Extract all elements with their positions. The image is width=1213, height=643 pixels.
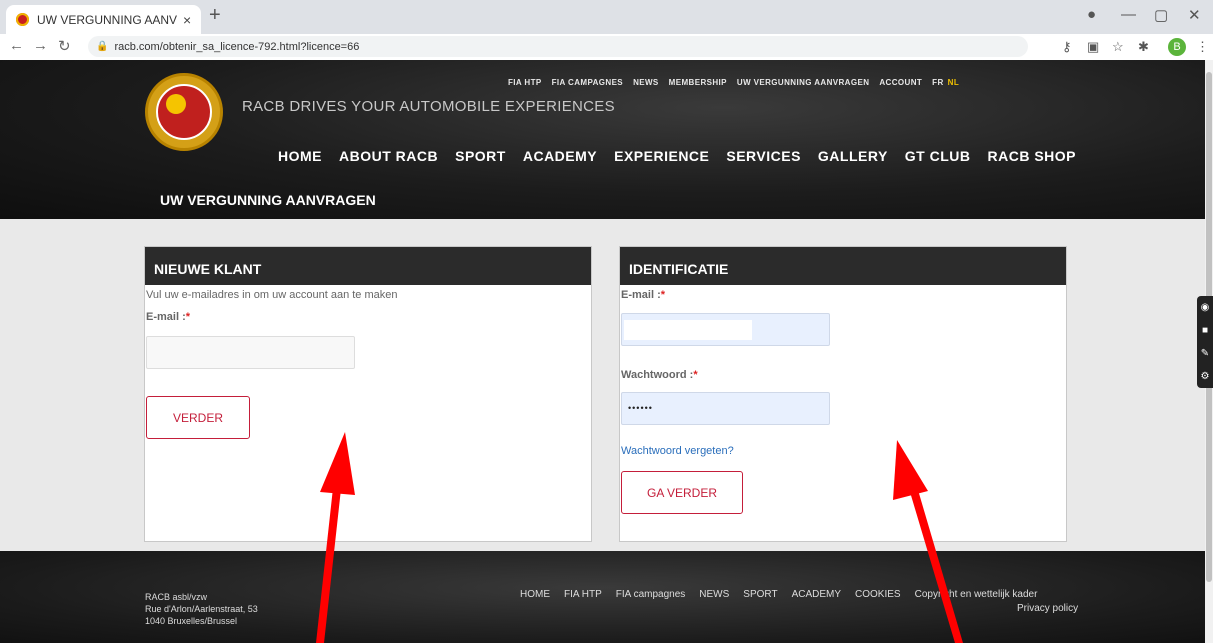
maximize-icon[interactable]: ▢ — [1154, 6, 1168, 24]
required-mark: * — [693, 369, 698, 381]
footer-link-sport[interactable]: SPORT — [743, 589, 777, 600]
verder-button[interactable]: VERDER — [146, 396, 250, 439]
side-toolbar: ◉ ■ ✎ ⚙ — [1197, 296, 1213, 388]
footer-link-cookies[interactable]: COOKIES — [855, 589, 901, 600]
top-menu-fia-htp[interactable]: FIA HTP — [508, 78, 542, 87]
footer-address: RACB asbl/vzw Rue d'Arlon/Aarlenstraat, … — [145, 591, 258, 627]
new-tab-button[interactable]: + — [209, 4, 221, 27]
gear-icon[interactable]: ⚙ — [1201, 371, 1210, 382]
translate-icon[interactable]: ▣ — [1087, 39, 1099, 55]
main-menu-gt-club[interactable]: GT CLUB — [905, 148, 971, 164]
top-menu-news[interactable]: NEWS — [633, 78, 659, 87]
edit-icon[interactable]: ✎ — [1201, 348, 1209, 359]
site-header: RACB DRIVES YOUR AUTOMOBILE EXPERIENCES … — [0, 60, 1205, 219]
top-menu-account[interactable]: ACCOUNT — [879, 78, 922, 87]
star-icon[interactable]: ☆ — [1112, 39, 1124, 55]
top-menu: FIA HTP FIA CAMPAGNES NEWS MEMBERSHIP UW… — [508, 78, 959, 87]
reload-icon[interactable]: ↻ — [58, 37, 71, 55]
logo-crown-icon — [166, 94, 186, 114]
url-text[interactable]: racb.com/obtenir_sa_licence-792.html?lic… — [114, 41, 359, 53]
main-menu-home[interactable]: HOME — [278, 148, 322, 164]
main-menu-about[interactable]: ABOUT RACB — [339, 148, 438, 164]
footer-link-news[interactable]: NEWS — [699, 589, 729, 600]
main-menu-services[interactable]: SERVICES — [726, 148, 801, 164]
ga-verder-button[interactable]: GA VERDER — [621, 471, 743, 514]
new-client-panel: NIEUWE KLANT Vul uw e-mailadres in om uw… — [144, 246, 592, 542]
footer-link-fia-campagnes[interactable]: FIA campagnes — [616, 589, 685, 600]
profile-avatar[interactable]: B — [1168, 38, 1186, 56]
forgot-password-link[interactable]: Wachtwoord vergeten? — [621, 445, 734, 457]
required-mark: * — [660, 289, 666, 301]
footer-link-fia-htp[interactable]: FIA HTP — [564, 589, 602, 600]
top-menu-licence[interactable]: UW VERGUNNING AANVRAGEN — [737, 78, 869, 87]
lang-fr[interactable]: FR — [932, 78, 943, 87]
menu-dots-icon[interactable]: ⋮ — [1196, 39, 1209, 55]
lang-nl[interactable]: NL — [948, 78, 959, 87]
tab-close-icon[interactable]: × — [183, 12, 191, 28]
page-title: UW VERGUNNING AANVRAGEN — [160, 192, 376, 208]
profile-circle-icon[interactable]: ● — [1087, 6, 1096, 23]
minimize-icon[interactable]: — — [1121, 6, 1136, 23]
camera-icon[interactable]: ◉ — [1201, 302, 1210, 313]
browser-tab[interactable]: UW VERGUNNING AANVRAGEN × — [6, 5, 201, 34]
lock-icon: 🔒 — [96, 41, 109, 52]
top-menu-membership[interactable]: MEMBERSHIP — [669, 78, 727, 87]
address-line: 1040 Bruxelles/Brussel — [145, 616, 238, 626]
key-icon[interactable]: ⚷ — [1062, 39, 1072, 55]
email-label-text: E-mail : — [146, 311, 186, 323]
identification-heading: IDENTIFICATIE — [620, 247, 1066, 285]
password-value: •••••• — [628, 403, 653, 413]
footer-link-copyright[interactable]: Copyright en wettelijk kader — [915, 589, 1038, 600]
footer-link-home[interactable]: HOME — [520, 589, 550, 600]
new-client-email-input[interactable] — [146, 336, 355, 369]
identification-panel: IDENTIFICATIE E-mail :* Wachtwoord :* ••… — [619, 246, 1067, 542]
favicon-icon — [16, 13, 29, 26]
main-menu-sport[interactable]: SPORT — [455, 148, 506, 164]
browser-tab-bar: UW VERGUNNING AANVRAGEN × + ● — ▢ ✕ — [0, 0, 1213, 34]
main-menu-shop[interactable]: RACB SHOP — [988, 148, 1077, 164]
main-menu: HOME ABOUT RACB SPORT ACADEMY EXPERIENCE… — [278, 148, 1076, 164]
site-footer: RACB asbl/vzw Rue d'Arlon/Aarlenstraat, … — [0, 551, 1205, 643]
address-line: RACB asbl/vzw — [145, 592, 208, 602]
back-icon[interactable]: ← — [9, 37, 24, 54]
redacted-email — [624, 320, 752, 340]
password-label-text: Wachtwoord : — [621, 369, 694, 381]
footer-link-privacy[interactable]: Privacy policy — [1017, 603, 1078, 614]
password-label: Wachtwoord :* — [621, 369, 698, 381]
password-input[interactable]: •••••• — [621, 392, 830, 425]
omnibox[interactable]: 🔒 racb.com/obtenir_sa_licence-792.html?l… — [88, 36, 1028, 57]
address-line: Rue d'Arlon/Aarlenstraat, 53 — [145, 604, 258, 614]
video-icon[interactable]: ■ — [1202, 325, 1208, 336]
footer-link-academy[interactable]: ACADEMY — [792, 589, 841, 600]
close-window-icon[interactable]: ✕ — [1188, 6, 1201, 24]
forward-icon[interactable]: → — [33, 37, 48, 54]
new-client-intro: Vul uw e-mailadres in om uw account aan … — [146, 289, 398, 301]
logo-ring — [156, 84, 212, 140]
extensions-icon[interactable]: ✱ — [1138, 39, 1149, 55]
main-menu-experience[interactable]: EXPERIENCE — [614, 148, 709, 164]
email-label-text: E-mail : — [621, 289, 661, 301]
main-menu-academy[interactable]: ACADEMY — [523, 148, 597, 164]
footer-menu: HOME FIA HTP FIA campagnes NEWS SPORT AC… — [520, 589, 1037, 600]
required-mark: * — [185, 311, 191, 323]
new-client-heading: NIEUWE KLANT — [145, 247, 591, 285]
address-bar: ← → ↻ 🔒 racb.com/obtenir_sa_licence-792.… — [0, 34, 1213, 61]
tagline: RACB DRIVES YOUR AUTOMOBILE EXPERIENCES — [242, 98, 615, 115]
racb-logo[interactable] — [145, 73, 223, 151]
main-menu-gallery[interactable]: GALLERY — [818, 148, 888, 164]
login-email-input[interactable] — [621, 313, 830, 346]
tab-title: UW VERGUNNING AANVRAGEN — [37, 12, 177, 27]
top-menu-fia-campagnes[interactable]: FIA CAMPAGNES — [552, 78, 623, 87]
new-client-email-label: E-mail :* — [146, 311, 190, 323]
login-email-label: E-mail :* — [621, 289, 665, 301]
